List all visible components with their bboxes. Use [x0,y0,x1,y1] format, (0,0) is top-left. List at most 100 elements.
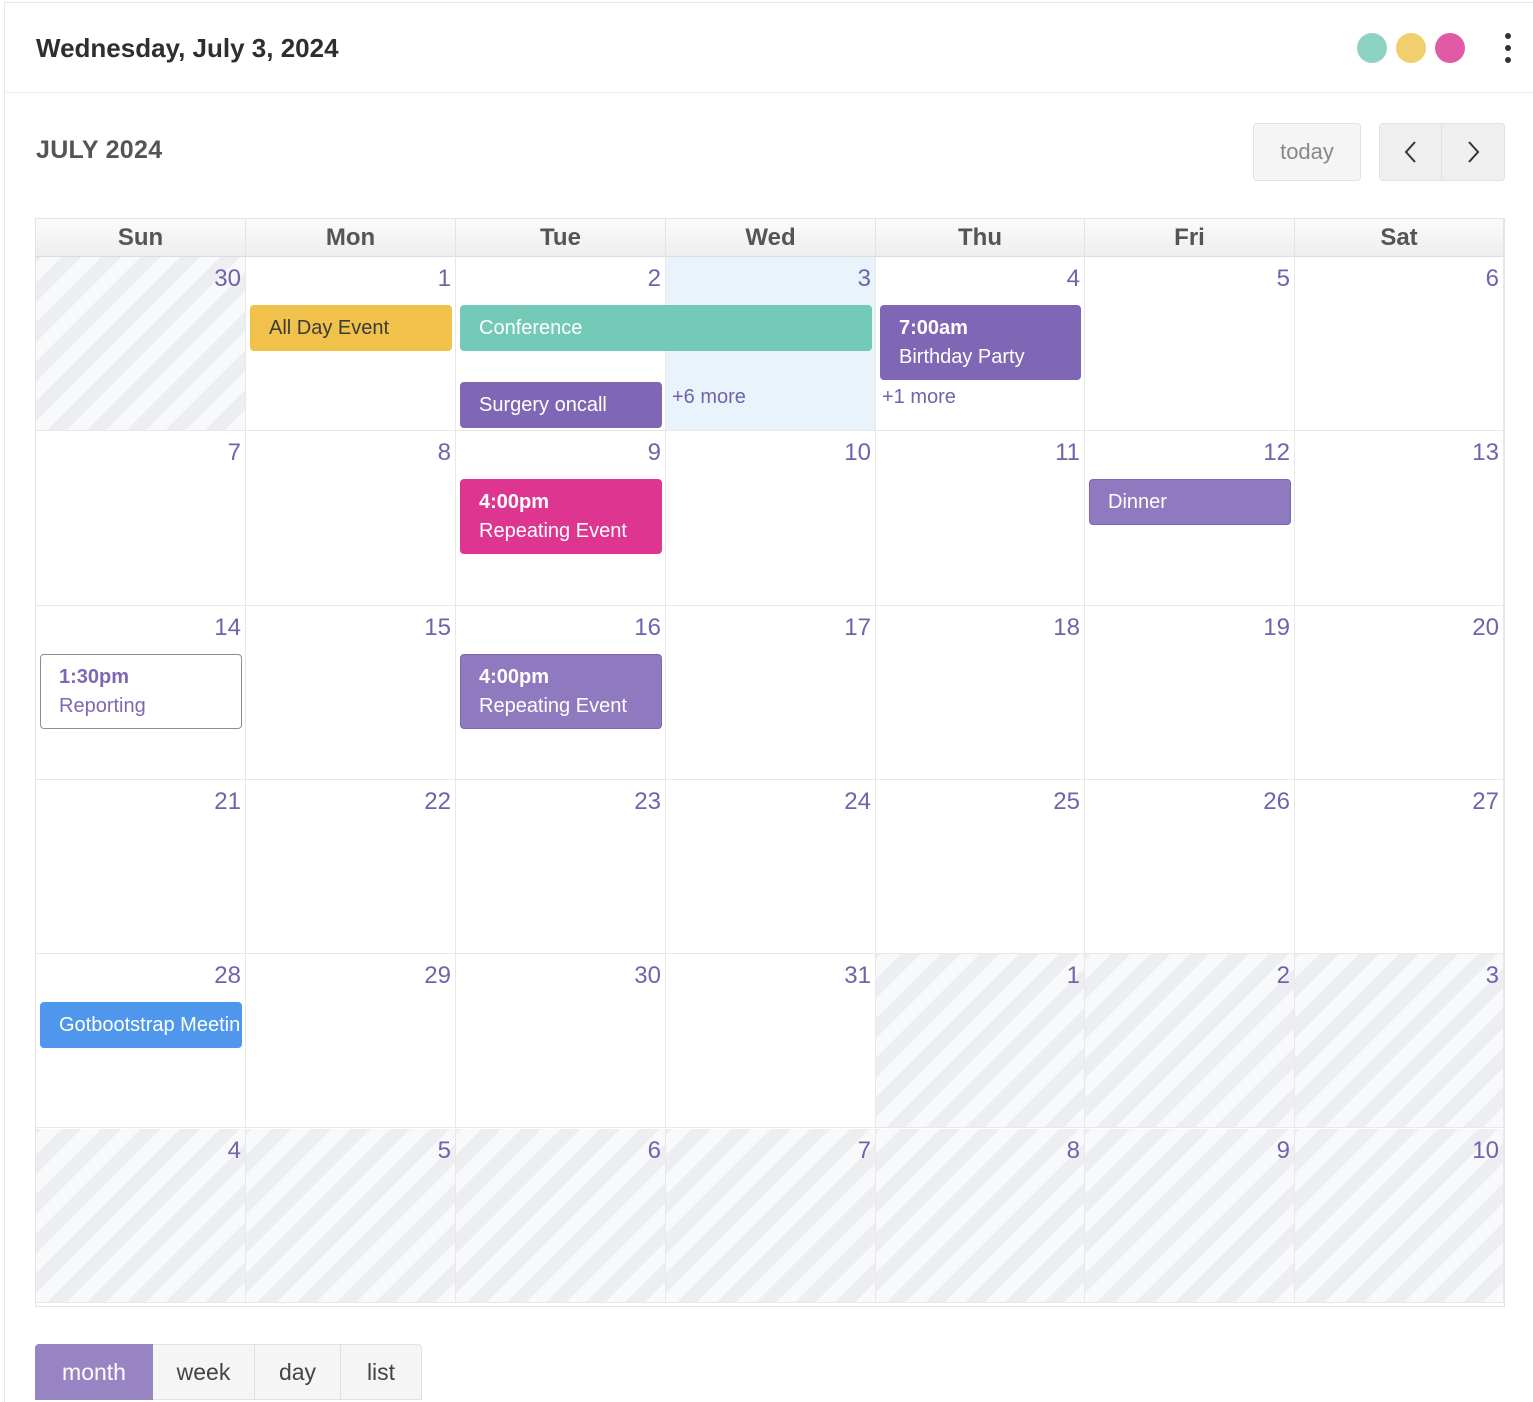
calendar-event[interactable]: All Day Event [250,305,452,351]
day-number[interactable]: 6 [1486,265,1499,293]
day-number[interactable]: 3 [858,265,871,293]
day-number[interactable]: 10 [1472,1137,1499,1165]
prev-button[interactable] [1379,123,1442,181]
more-events-link[interactable]: +6 more [672,386,746,409]
day-cell[interactable]: 26 [1085,779,1295,955]
calendar-event[interactable]: 1:30pm Reporting [40,653,242,729]
event-title: Birthday Party [899,346,1025,368]
day-cell[interactable]: 7 [36,431,246,606]
day-cell[interactable]: 10 [1295,1128,1504,1303]
day-number[interactable]: 2 [1277,962,1290,990]
calendar-event[interactable]: 4:00pm Repeating Event [460,653,662,729]
calendar-event[interactable]: Gotbootstrap Meeting [40,1002,242,1049]
day-number[interactable]: 30 [214,265,241,293]
day-cell[interactable]: 9 [1085,1128,1295,1303]
day-number[interactable]: 9 [648,439,661,467]
day-number[interactable]: 29 [424,962,451,990]
event-title: Surgery oncall [479,394,607,416]
day-cell[interactable]: 30 [36,257,246,432]
day-number[interactable]: 17 [844,614,871,642]
day-cell[interactable]: 15 [246,605,456,780]
calendar-event[interactable]: Dinner [1089,479,1291,526]
day-cell[interactable]: 30 [456,954,666,1129]
day-cell[interactable]: 7 [666,1128,876,1303]
day-cell[interactable]: 11 [876,431,1085,606]
day-number[interactable]: 7 [858,1137,871,1165]
day-cell[interactable]: 18 [876,605,1085,780]
day-number[interactable]: 22 [424,788,451,816]
day-number[interactable]: 11 [1055,439,1080,467]
day-cell[interactable]: 20 [1295,605,1504,780]
day-cell[interactable]: 4 [36,1128,246,1303]
calendar-event[interactable]: 4:00pm Repeating Event [460,479,662,555]
day-number[interactable]: 13 [1472,439,1499,467]
more-options-icon[interactable] [1501,31,1515,65]
day-cell[interactable]: 5 [1085,257,1295,432]
view-button-list[interactable]: list [341,1344,422,1400]
day-number[interactable]: 27 [1472,788,1499,816]
view-button-month[interactable]: month [35,1344,153,1400]
day-cell[interactable]: 24 [666,779,876,955]
day-number[interactable]: 18 [1053,614,1080,642]
day-cell[interactable]: 10 [666,431,876,606]
day-number[interactable]: 21 [214,788,241,816]
day-cell[interactable]: 5 [246,1128,456,1303]
day-number[interactable]: 9 [1277,1137,1290,1165]
view-button-week[interactable]: week [153,1344,255,1400]
day-number[interactable]: 1 [438,265,451,293]
day-number[interactable]: 26 [1263,788,1290,816]
event-title: Conference [479,317,583,339]
day-number[interactable]: 16 [634,614,661,642]
color-dot-yellow[interactable] [1396,33,1426,63]
day-cell[interactable]: 6 [456,1128,666,1303]
day-number[interactable]: 20 [1472,614,1499,642]
day-number[interactable]: 1 [1067,962,1080,990]
day-number[interactable]: 23 [634,788,661,816]
day-cell[interactable]: 6 [1295,257,1504,432]
day-cell[interactable]: 2 [1085,954,1295,1129]
day-number[interactable]: 15 [424,614,451,642]
day-cell[interactable]: 13 [1295,431,1504,606]
day-number[interactable]: 30 [634,962,661,990]
day-number[interactable]: 8 [438,439,451,467]
day-number[interactable]: 31 [844,962,871,990]
day-number[interactable]: 6 [648,1137,661,1165]
day-cell[interactable]: 22 [246,779,456,955]
day-cell[interactable]: 21 [36,779,246,955]
day-number[interactable]: 12 [1263,439,1290,467]
day-number[interactable]: 19 [1263,614,1290,642]
day-number[interactable]: 4 [1067,265,1080,293]
day-number[interactable]: 4 [228,1137,241,1165]
day-number[interactable]: 5 [1277,265,1290,293]
day-number[interactable]: 8 [1067,1137,1080,1165]
day-number[interactable]: 24 [844,788,871,816]
day-number[interactable]: 25 [1053,788,1080,816]
day-number[interactable]: 2 [648,265,661,293]
day-cell[interactable]: 27 [1295,779,1504,955]
day-cell[interactable]: 1 [876,954,1085,1129]
today-button[interactable]: today [1253,123,1361,181]
more-events-link[interactable]: +1 more [882,386,956,409]
day-cell[interactable]: 8 [876,1128,1085,1303]
day-number[interactable]: 7 [228,439,241,467]
color-dot-pink[interactable] [1435,33,1465,63]
day-cell[interactable]: 31 [666,954,876,1129]
day-cell[interactable]: 3 [1295,954,1504,1129]
next-button[interactable] [1441,123,1505,181]
calendar-event[interactable]: 7:00am Birthday Party [880,305,1081,380]
day-cell[interactable]: 8 [246,431,456,606]
day-cell[interactable]: 19 [1085,605,1295,780]
calendar-event[interactable]: Surgery oncall [460,382,662,428]
calendar-event[interactable]: Conference [460,305,872,351]
day-cell[interactable]: 25 [876,779,1085,955]
view-button-day[interactable]: day [255,1344,341,1400]
color-dot-teal[interactable] [1357,33,1387,63]
day-number[interactable]: 5 [438,1137,451,1165]
day-cell[interactable]: 17 [666,605,876,780]
day-cell[interactable]: 23 [456,779,666,955]
day-cell[interactable]: 29 [246,954,456,1129]
day-number[interactable]: 10 [844,439,871,467]
day-number[interactable]: 3 [1486,962,1499,990]
day-number[interactable]: 14 [214,614,241,642]
day-number[interactable]: 28 [214,962,241,990]
